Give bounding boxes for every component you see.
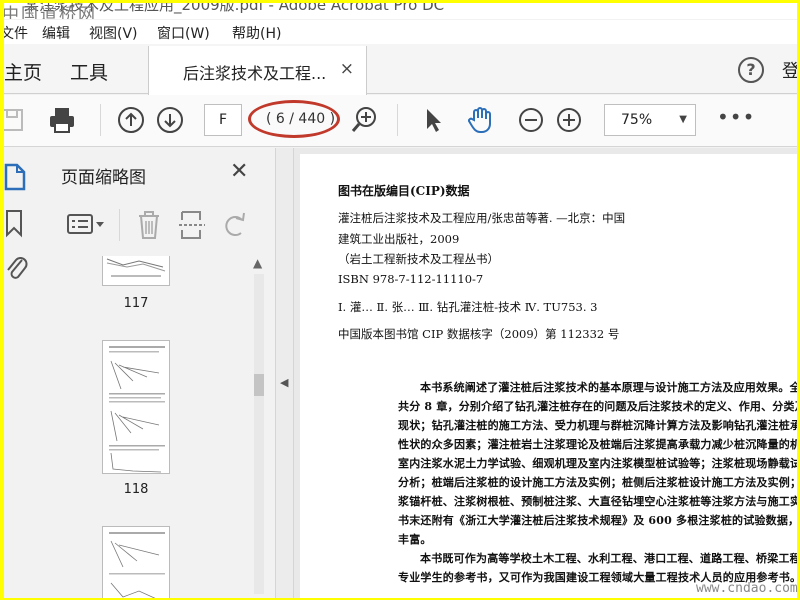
acrobat-window: 某注浆技术及工程应用_2009版.pdf - Adobe Acrobat Pro… <box>4 3 797 598</box>
zoom-fit-icon[interactable] <box>349 105 379 135</box>
body-line: 浆锚杆桩、注浆树根桩、预制桩注浆、大直径钻埋空心注浆桩等注浆方法与施工实例 <box>398 495 797 508</box>
body-line: 共分 8 章，分别介绍了钻孔灌注桩存在的问题及后注浆技术的定义、作用、分类及研 <box>398 400 797 413</box>
cip-line: 中国版本图书馆 CIP 数据核字（2009）第 112332 号 <box>338 327 620 341</box>
menu-view[interactable]: 视图(V) <box>89 23 138 43</box>
thumbnail-page-number: 117 <box>123 296 149 311</box>
zoom-level-select[interactable]: 75% ▼ <box>604 104 696 136</box>
thumbnail-content <box>109 532 165 598</box>
hand-tool-icon[interactable] <box>465 105 495 135</box>
thumbnail-list: 117 118 <box>44 256 262 598</box>
page-thumbnail[interactable] <box>102 526 170 598</box>
close-tab-icon[interactable]: × <box>340 59 354 79</box>
zoom-in-icon[interactable] <box>554 105 584 135</box>
previous-page-icon[interactable] <box>116 105 146 135</box>
collapse-left-icon: ◀ <box>280 376 289 389</box>
thumbnail-page-number: 118 <box>123 482 149 497</box>
sign-in-button[interactable]: 登 <box>782 57 797 83</box>
tab-document[interactable]: 后注浆技术及工程... × <box>148 46 367 95</box>
site-watermark: www.cndao.com <box>696 581 798 596</box>
body-line: 室内注浆水泥土力学试验、细观机理及室内注浆模型桩试验等；注浆桩现场静载试 <box>398 457 797 470</box>
rotate-icon[interactable] <box>219 209 249 241</box>
body-line: 性状的众多因素；灌注桩岩土注浆理论及桩端后注浆提高承载力减少桩沉降量的机理 <box>398 438 797 451</box>
tab-tools[interactable]: 工具 <box>70 58 108 85</box>
thumbnail-options-icon[interactable] <box>66 211 106 239</box>
chevron-down-icon: ▼ <box>679 114 687 125</box>
body-line: 现状；钻孔灌注桩的施工方法、受力机理与群桩沉降计算方法及影响钻孔灌注桩承 <box>398 419 797 432</box>
thumbnails-panel: 页面缩略图 ✕ 117 118 ▲ <box>34 148 276 598</box>
pdf-page: 图书在版编目(CIP)数据 灌注桩后注浆技术及工程应用/张忠苗等著. —北京：中… <box>300 154 797 598</box>
site-watermark-top: 中国道桥网 <box>4 5 97 19</box>
toolbar-separator <box>119 209 120 241</box>
bookmark-icon[interactable] <box>4 208 26 238</box>
panel-toolbar <box>44 203 276 249</box>
close-icon[interactable]: ✕ <box>230 159 248 184</box>
body-line: 本书系统阐述了灌注桩后注浆技术的基本原理与设计施工方法及应用效果。全 <box>420 381 797 394</box>
zoom-out-icon[interactable] <box>516 105 546 135</box>
menu-help[interactable]: 帮助(H) <box>232 23 281 43</box>
panel-title: 页面缩略图 <box>61 168 146 188</box>
cip-line: （岩土工程新技术及工程丛书） <box>338 252 499 266</box>
page-number-input[interactable]: F <box>204 104 242 136</box>
panel-pointer <box>34 170 44 190</box>
scroll-up-icon[interactable]: ▲ <box>253 256 262 270</box>
highlight-annotation-oval <box>248 100 340 138</box>
scroll-thumb[interactable] <box>254 374 264 396</box>
cip-line: 建筑工业出版社，2009 <box>338 232 460 246</box>
page-thumbnail[interactable] <box>102 256 170 286</box>
zoom-level-value: 75% <box>621 112 653 128</box>
page-thumbnail[interactable] <box>102 340 170 474</box>
document-tab-label: 后注浆技术及工程... <box>183 64 327 83</box>
extract-page-icon[interactable] <box>178 209 206 241</box>
title-bar: 某注浆技术及工程应用_2009版.pdf - Adobe Acrobat Pro… <box>4 3 797 19</box>
help-icon[interactable]: ? <box>738 57 764 83</box>
menu-edit[interactable]: 编辑 <box>42 23 70 43</box>
toolbar: F ( 6 / 440 ) 75% ▼ ••• <box>4 95 797 147</box>
tab-bar: 主页 工具 后注浆技术及工程... × ? 登 <box>4 44 797 95</box>
page-thumbnails-icon[interactable] <box>4 162 26 192</box>
cip-line: Ⅰ. 灌… Ⅱ. 张… Ⅲ. 钻孔灌注桩-技术 Ⅳ. TU753. 3 <box>338 300 598 314</box>
scroll-track[interactable] <box>254 274 264 594</box>
toolbar-separator <box>100 104 101 136</box>
next-page-icon[interactable] <box>155 105 185 135</box>
thumbnail-content <box>106 258 166 277</box>
cip-line: ISBN 978-7-112-11110-7 <box>338 272 484 286</box>
document-view[interactable]: 图书在版编目(CIP)数据 灌注桩后注浆技术及工程应用/张忠苗等著. —北京：中… <box>294 148 797 598</box>
menu-bar: 文件 编辑 视图(V) 窗口(W) 帮助(H) <box>4 20 797 44</box>
menu-file[interactable]: 文件 <box>4 23 28 43</box>
cip-title: 图书在版编目(CIP)数据 <box>338 184 470 198</box>
delete-page-icon[interactable] <box>136 209 162 241</box>
body-line: 分析；桩端后注浆桩的设计施工方法及实例；桩侧后注浆桩设计施工方法及实例； <box>398 476 797 489</box>
print-icon[interactable] <box>47 105 77 135</box>
menu-window[interactable]: 窗口(W) <box>157 23 210 43</box>
thumbnail-scrollbar[interactable]: ▲ <box>250 256 268 598</box>
panel-collapse-handle[interactable]: ◀ <box>276 148 294 598</box>
left-rail <box>4 148 44 598</box>
body-line: 本书既可作为高等学校土木工程、水利工程、港口工程、道路工程、桥梁工程 <box>420 552 797 565</box>
save-icon[interactable] <box>4 105 28 135</box>
thumbnail-content <box>109 346 165 473</box>
tab-home[interactable]: 主页 <box>4 58 42 85</box>
body-line: 丰富。 <box>398 533 432 546</box>
attachment-icon[interactable] <box>4 252 28 282</box>
cip-line: 灌注桩后注浆技术及工程应用/张忠苗等著. —北京：中国 <box>338 211 626 225</box>
toolbar-separator <box>397 104 398 136</box>
body-line: 书末还附有《浙江大学灌注桩后注浆技术规程》及 600 多根注浆桩的试验数据，内 <box>398 514 797 527</box>
select-cursor-icon[interactable] <box>418 105 448 135</box>
more-tools-icon[interactable]: ••• <box>717 105 755 129</box>
